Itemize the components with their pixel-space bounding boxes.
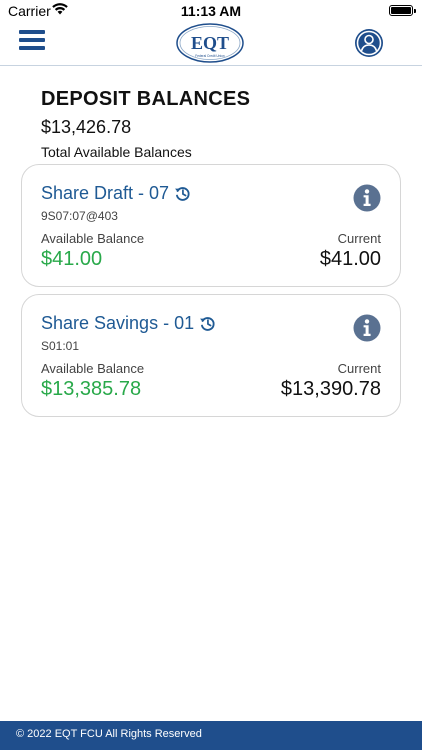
copyright-text: © 2022 EQT FCU All Rights Reserved [16,728,202,740]
current-balance-value: $13,390.78 [280,378,381,400]
status-time: 11:13 AM [180,3,242,19]
history-icon[interactable] [199,315,216,332]
account-name: Share Draft - 07 [41,183,170,203]
total-balance-label: Total Available Balances [41,144,192,160]
account-number: S01:01 [41,339,80,353]
account-name: Share Savings - 01 [41,313,195,333]
available-balance-value: $13,385.78 [41,378,142,400]
menu-icon-bar [19,38,45,42]
current-balance-label: Current [337,231,381,246]
status-bar: Carrier 11:13 AM [0,0,422,22]
svg-text:Federal Credit Union: Federal Credit Union [195,54,225,58]
page-title: DEPOSIT BALANCES [41,88,251,110]
available-balance-label: Available Balance [41,231,145,246]
eqt-logo[interactable]: EQT Federal Credit Union [175,22,245,64]
history-icon[interactable] [174,185,191,202]
svg-text:EQT: EQT [191,33,229,53]
app-header: EQT Federal Credit Union [0,22,422,66]
menu-icon-bar [19,30,45,34]
account-card-share-draft[interactable]: Share Draft - 07 9S07:07@403 Available B… [21,164,401,287]
menu-icon-bar [19,46,45,50]
info-icon[interactable] [353,314,381,342]
footer: © 2022 EQT FCU All Rights Reserved [0,721,422,750]
info-icon[interactable] [353,184,381,212]
available-balance-value: $41.00 [41,248,103,270]
menu-button[interactable] [19,30,45,52]
available-balance-label: Available Balance [41,361,145,376]
account-card-share-savings[interactable]: Share Savings - 01 S01:01 Available Bala… [21,294,401,417]
battery-icon [389,5,416,16]
total-balance-amount: $13,426.78 [41,117,132,137]
current-balance-value: $41.00 [319,248,381,270]
account-name-row: Share Draft - 07 [41,183,191,204]
current-balance-label: Current [337,361,381,376]
account-number: 9S07:07@403 [41,209,118,223]
profile-button[interactable] [354,28,384,58]
deposit-summary: DEPOSIT BALANCES $13,426.78 Total Availa… [41,88,250,160]
account-name-row: Share Savings - 01 [41,313,216,334]
